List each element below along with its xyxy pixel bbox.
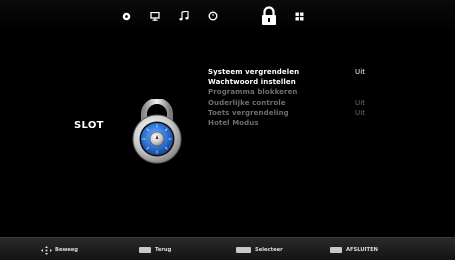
lock-icon: [262, 6, 276, 25]
menu-item-hotel-mode: Hotel Modus: [208, 118, 398, 128]
hint-label: Selecteer: [255, 247, 283, 253]
menu-item-system-lock[interactable]: Systeem vergrendelen Uit: [208, 67, 398, 77]
menu-item-value: Uit: [355, 68, 366, 76]
music-note-icon: [179, 11, 189, 21]
hint-move: Beweeg: [41, 245, 78, 255]
combination-lock-icon: [132, 99, 182, 164]
menu-key-icon: [139, 247, 151, 253]
menu-item-label: Wachtwoord instellen: [208, 78, 296, 87]
menu-item-label: Programma blokkeren: [208, 88, 298, 97]
tab-picture[interactable]: [117, 8, 135, 24]
hint-label: AFSLUITEN: [346, 247, 378, 253]
navigation-arrows-icon: [41, 245, 52, 255]
tv-menu-screen: SLOT Systeem vergrendelen Uit Wachtwoord…: [0, 0, 455, 260]
tab-lock[interactable]: [258, 5, 280, 27]
hint-back: Terug: [139, 245, 171, 255]
menu-item-block-program: Programma blokkeren: [208, 87, 398, 97]
menu-item-key-lock: Toets vergrendeling Uit: [208, 108, 398, 118]
menu-item-parental-control: Ouderlijke controle Uit: [208, 98, 398, 108]
menu-item-label: Hotel Modus: [208, 118, 259, 127]
enter-key-icon: [236, 247, 251, 253]
exit-key-icon: [330, 247, 342, 253]
picture-icon: [122, 12, 130, 20]
menu-item-label: Toets vergrendeling: [208, 108, 289, 117]
hint-label: Terug: [155, 247, 172, 253]
tab-time[interactable]: [204, 8, 222, 24]
section-title: SLOT: [74, 120, 104, 131]
menu-item-label: Ouderlijke controle: [208, 98, 286, 107]
button-hint-bar: Beweeg Terug Selecteer AFSLUITEN: [0, 237, 455, 260]
menu-item-value: Uit: [355, 98, 366, 107]
menu-item-value: Uit: [355, 108, 366, 117]
lock-menu: Systeem vergrendelen Uit Wachtwoord inst…: [208, 67, 398, 128]
menu-tab-bar: [0, 0, 455, 32]
hint-exit: AFSLUITEN: [330, 245, 378, 255]
options-grid-icon: [295, 12, 303, 20]
hint-label: Beweeg: [55, 247, 79, 253]
lock-settings-panel: SLOT Systeem vergrendelen Uit Wachtwoord…: [0, 32, 455, 237]
monitor-icon: [150, 11, 160, 21]
hint-select: Selecteer: [236, 245, 283, 255]
tab-sound[interactable]: [175, 8, 193, 24]
tab-screen[interactable]: [146, 8, 164, 24]
menu-item-label: Systeem vergrendelen: [208, 68, 300, 76]
tab-options[interactable]: [290, 8, 308, 24]
menu-item-set-password[interactable]: Wachtwoord instellen: [208, 77, 398, 87]
clock-icon: [208, 11, 218, 21]
